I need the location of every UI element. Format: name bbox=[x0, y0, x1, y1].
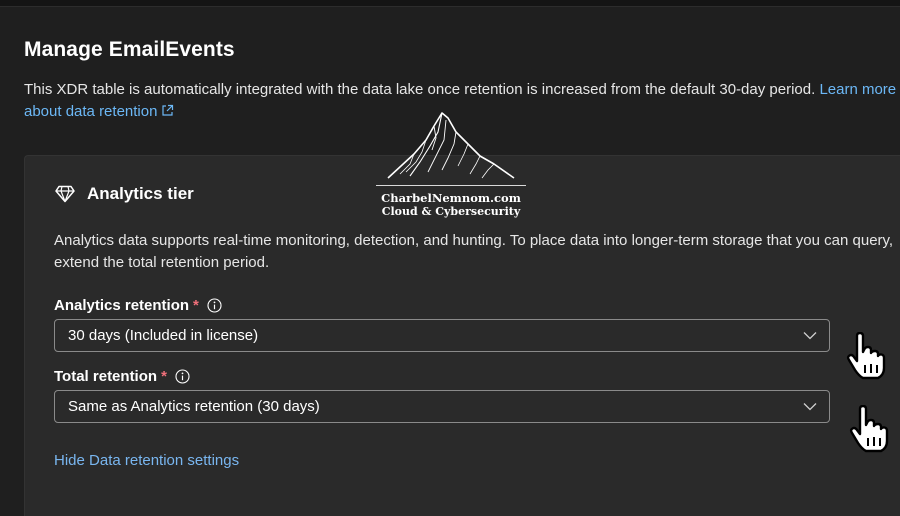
total-retention-dropdown[interactable]: Same as Analytics retention (30 days) bbox=[54, 390, 830, 423]
mountain-logo-icon bbox=[387, 112, 515, 179]
info-icon[interactable] bbox=[207, 298, 222, 313]
total-retention-label-text: Total retention bbox=[54, 368, 158, 385]
analytics-retention-label-text: Analytics retention bbox=[54, 297, 190, 314]
hand-pointer-icon bbox=[846, 332, 886, 380]
diamond-icon bbox=[55, 185, 75, 203]
description-text: This XDR table is automatically integrat… bbox=[24, 81, 816, 98]
analytics-retention-label: Analytics retention * bbox=[54, 297, 222, 314]
watermark-logo: CharbelNemnom.com Cloud & Cybersecurity bbox=[376, 110, 526, 222]
chevron-down-icon bbox=[803, 332, 817, 340]
external-link-icon bbox=[162, 104, 174, 116]
required-mark: * bbox=[193, 297, 199, 314]
analytics-retention-dropdown[interactable]: 30 days (Included in license) bbox=[54, 319, 830, 352]
chevron-down-icon bbox=[803, 403, 817, 411]
analytics-tier-header: Analytics tier bbox=[55, 183, 194, 205]
hide-retention-settings-link[interactable]: Hide Data retention settings bbox=[54, 452, 239, 469]
info-icon[interactable] bbox=[175, 369, 190, 384]
hand-pointer-icon bbox=[849, 405, 889, 453]
page-title: Manage EmailEvents bbox=[24, 38, 235, 61]
logo-divider bbox=[376, 185, 526, 186]
total-retention-label: Total retention * bbox=[54, 368, 190, 385]
required-mark: * bbox=[161, 368, 167, 385]
total-retention-value: Same as Analytics retention (30 days) bbox=[68, 398, 320, 415]
analytics-tier-title: Analytics tier bbox=[87, 184, 194, 203]
logo-text-tagline: Cloud & Cybersecurity bbox=[381, 205, 521, 218]
analytics-tier-description: Analytics data supports real-time monito… bbox=[54, 232, 894, 271]
logo-text-site: CharbelNemnom.com bbox=[381, 191, 521, 205]
top-bar bbox=[0, 0, 900, 7]
analytics-retention-value: 30 days (Included in license) bbox=[68, 327, 259, 344]
